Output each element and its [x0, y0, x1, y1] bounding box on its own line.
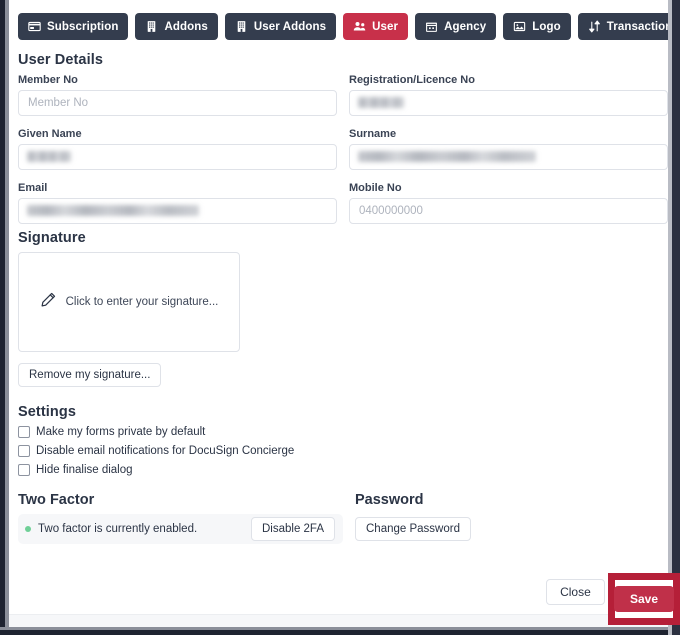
sort-arrows-icon	[588, 20, 601, 33]
form-body: User Details Member No Registration/Lice…	[9, 52, 668, 544]
security-section: Two Factor Password Two factor is curren…	[9, 492, 668, 544]
checkbox-icon[interactable]	[18, 464, 30, 476]
setting-option-0[interactable]: Make my forms private by default	[18, 426, 668, 438]
user-details-row-2: Given Name Surname	[18, 128, 668, 170]
save-button[interactable]: Save	[613, 586, 675, 612]
setting-option-1[interactable]: Disable email notifications for DocuSign…	[18, 445, 668, 457]
field-surname: Surname	[349, 128, 668, 170]
security-row: Two factor is currently enabled. Disable…	[18, 514, 668, 544]
checkbox-icon[interactable]	[18, 426, 30, 438]
building-icon	[145, 20, 158, 33]
image-icon	[513, 20, 526, 33]
user-details-heading: User Details	[18, 52, 104, 68]
settings-section: Settings Make my forms private by defaul…	[9, 404, 668, 476]
tab-label: User Addons	[253, 20, 327, 33]
field-wrap-member-no	[18, 90, 337, 116]
field-registration-no: Registration/Licence No	[349, 74, 668, 116]
change-password-button[interactable]: Change Password	[355, 517, 471, 541]
field-mobile-no: Mobile No	[349, 182, 668, 224]
settings-option-list: Make my forms private by default Disable …	[9, 426, 668, 476]
field-label-email: Email	[18, 182, 48, 194]
tab-label: Agency	[444, 20, 487, 33]
setting-option-label: Make my forms private by default	[36, 426, 206, 438]
redacted-value-registration-no	[358, 97, 404, 108]
disable-2fa-button[interactable]: Disable 2FA	[250, 517, 335, 541]
settings-heading: Settings	[18, 404, 76, 420]
two-factor-panel: Two factor is currently enabled. Disable…	[18, 514, 343, 544]
tab-addons[interactable]: Addons	[135, 13, 218, 40]
setting-option-2[interactable]: Hide finalise dialog	[18, 464, 668, 476]
users-icon	[353, 20, 366, 33]
office-icon	[425, 20, 438, 33]
signature-canvas[interactable]: Click to enter your signature...	[18, 252, 240, 352]
field-label-given-name: Given Name	[18, 128, 82, 140]
setting-option-label: Hide finalise dialog	[36, 464, 133, 476]
field-email: Email	[18, 182, 337, 224]
tab-subscription[interactable]: Subscription	[18, 13, 129, 40]
field-wrap-given-name	[18, 144, 337, 170]
remove-signature-wrap: Remove my signature...	[18, 363, 668, 387]
two-factor-heading: Two Factor	[18, 492, 95, 508]
signature-section: Signature Click to enter your signature.…	[9, 230, 668, 387]
tab-logo[interactable]: Logo	[503, 13, 571, 40]
redacted-value-given-name	[27, 151, 71, 162]
field-label-registration-no: Registration/Licence No	[349, 74, 475, 86]
field-label-member-no: Member No	[18, 74, 78, 86]
signature-hint-text: Click to enter your signature...	[65, 296, 219, 308]
tab-label: Addons	[164, 20, 208, 33]
field-label-mobile-no: Mobile No	[349, 182, 402, 194]
user-details-row-3: Email Mobile No	[18, 182, 668, 224]
window-frame-right-edge	[672, 0, 680, 635]
remove-signature-button[interactable]: Remove my signature...	[18, 363, 162, 387]
two-factor-status-text: Two factor is currently enabled.	[38, 523, 198, 535]
password-heading: Password	[355, 492, 424, 508]
redacted-value-surname	[358, 151, 536, 162]
credit-card-icon	[28, 20, 41, 33]
password-panel: Change Password	[355, 514, 471, 544]
field-member-no: Member No	[18, 74, 337, 116]
mobile-no-input[interactable]	[349, 198, 668, 224]
tab-label: Transactions	[606, 20, 668, 33]
tab-user[interactable]: User	[343, 13, 409, 40]
field-wrap-email	[18, 198, 337, 224]
pencil-icon	[40, 291, 57, 313]
checkbox-icon[interactable]	[18, 445, 30, 457]
user-details-row-1: Member No Registration/Licence No	[18, 74, 668, 116]
field-wrap-registration-no	[349, 90, 668, 116]
security-headings: Two Factor Password	[18, 492, 668, 508]
building-icon	[235, 20, 248, 33]
user-details-section: User Details Member No Registration/Lice…	[9, 52, 668, 224]
tab-label: Subscription	[47, 20, 119, 33]
tab-bar: Subscription Addons User Addons User Agency L…	[18, 13, 668, 40]
field-wrap-mobile-no	[349, 198, 668, 224]
tab-user-addons[interactable]: User Addons	[224, 13, 337, 40]
footer-strip	[9, 614, 668, 627]
member-no-input[interactable]	[18, 90, 337, 116]
signature-heading: Signature	[18, 230, 86, 246]
field-wrap-surname	[349, 144, 668, 170]
window-frame-bottom-edge	[0, 630, 680, 635]
tab-transactions[interactable]: Transactions	[577, 13, 668, 40]
tab-label: Logo	[532, 20, 561, 33]
user-settings-page: Subscription Addons User Addons User Agency L…	[9, 0, 668, 627]
save-button-highlight-annotation: Save	[608, 573, 680, 625]
setting-option-label: Disable email notifications for DocuSign…	[36, 445, 295, 457]
field-label-surname: Surname	[349, 128, 397, 140]
close-button[interactable]: Close	[546, 579, 605, 605]
tab-agency[interactable]: Agency	[415, 13, 497, 40]
tab-label: User	[372, 20, 399, 33]
save-highlight-inner: Save	[613, 580, 675, 618]
field-given-name: Given Name	[18, 128, 337, 170]
redacted-value-email	[27, 205, 199, 216]
status-dot-icon	[25, 526, 31, 532]
